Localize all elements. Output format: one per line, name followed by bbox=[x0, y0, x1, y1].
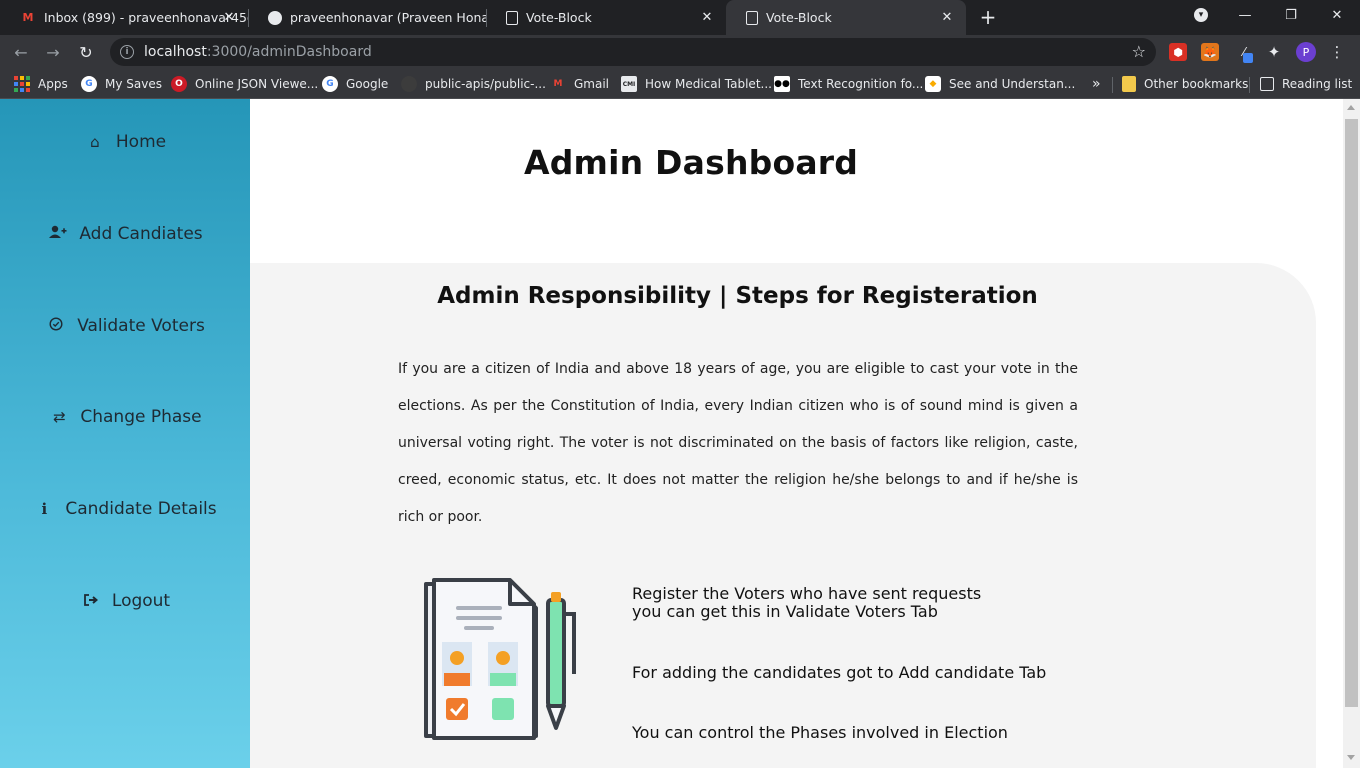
eligibility-paragraph: If you are a citizen of India and above … bbox=[398, 361, 1078, 525]
info-icon: i bbox=[41, 500, 48, 518]
bookmarks-overflow-icon[interactable]: » bbox=[1092, 75, 1101, 93]
back-icon[interactable]: ← bbox=[8, 39, 34, 65]
sidebar-item-label: Logout bbox=[111, 591, 171, 611]
tab-title: praveenhonavar (Praveen Honavar) bbox=[290, 10, 486, 25]
page-viewport: ⌂ Home Add Candiates Validate Voters ⇄ C… bbox=[0, 99, 1360, 768]
responsibility-panel: Admin Responsibility | Steps for Registe… bbox=[250, 263, 1316, 768]
sidebar-item-label: Candidate Details bbox=[65, 499, 217, 519]
reload-icon[interactable]: ↻ bbox=[73, 39, 99, 65]
home-icon: ⌂ bbox=[90, 133, 100, 151]
gmail-icon: M bbox=[553, 79, 563, 89]
close-icon[interactable]: ✕ bbox=[220, 8, 238, 26]
extension-icon[interactable]: ⁄ bbox=[1235, 43, 1253, 63]
scroll-down-arrow-icon[interactable] bbox=[1347, 755, 1355, 760]
sidebar-item-validate-voters[interactable]: Validate Voters bbox=[0, 311, 250, 341]
restore-icon[interactable]: ❐ bbox=[1268, 0, 1314, 30]
sidebar-item-change-phase[interactable]: ⇄ Change Phase bbox=[0, 402, 250, 432]
new-tab-icon[interactable]: + bbox=[977, 5, 999, 29]
step-control-phases: You can control the Phases involved in E… bbox=[632, 723, 1008, 742]
page-title: Admin Dashboard bbox=[524, 143, 859, 182]
menu-icon[interactable]: ⋮ bbox=[1328, 43, 1346, 61]
google-icon: G bbox=[81, 76, 97, 92]
sidebar: ⌂ Home Add Candiates Validate Voters ⇄ C… bbox=[0, 99, 250, 768]
site-info-icon[interactable]: i bbox=[120, 45, 134, 59]
bookmark-star-icon[interactable]: ☆ bbox=[1132, 42, 1146, 61]
tab-search-icon[interactable]: ▾ bbox=[1178, 0, 1224, 30]
vertical-scrollbar[interactable] bbox=[1343, 99, 1360, 768]
opera-icon: O bbox=[171, 76, 187, 92]
bookmark-json-viewer[interactable]: O Online JSON Viewe... bbox=[171, 75, 318, 93]
bookmark-apps[interactable]: Apps bbox=[14, 75, 68, 93]
bookmark-gmail[interactable]: M Gmail bbox=[550, 75, 610, 93]
check-circle-icon bbox=[45, 317, 67, 335]
address-bar[interactable]: i localhost:3000/adminDashboard ☆ bbox=[110, 38, 1156, 66]
sidebar-item-label: Change Phase bbox=[80, 407, 202, 427]
gmail-icon: M bbox=[22, 11, 34, 24]
tab-title: Vote-Block bbox=[526, 10, 592, 25]
url-text: localhost:3000/adminDashboard bbox=[144, 44, 372, 60]
tab-github[interactable]: praveenhonavar (Praveen Honavar) bbox=[248, 0, 486, 35]
bookmark-google[interactable]: G Google bbox=[322, 75, 388, 93]
add-user-icon bbox=[47, 225, 69, 243]
sidebar-item-logout[interactable]: Logout bbox=[0, 586, 250, 616]
main-content: Admin Dashboard Admin Responsibility | S… bbox=[250, 99, 1343, 768]
sidebar-item-home[interactable]: ⌂ Home bbox=[0, 127, 250, 157]
forward-icon[interactable]: → bbox=[40, 39, 66, 65]
github-icon bbox=[268, 10, 282, 25]
tab-vote-block-active[interactable]: Vote-Block ✕ bbox=[726, 0, 966, 35]
exchange-icon: ⇄ bbox=[53, 408, 66, 426]
bookmark-other[interactable]: Other bookmarks bbox=[1122, 75, 1248, 93]
medium-icon: ●● bbox=[774, 76, 790, 92]
apps-grid-icon bbox=[14, 76, 30, 92]
step-register-voters: Register the Voters who have sent reques… bbox=[632, 584, 982, 621]
metamask-icon[interactable]: 🦊 bbox=[1201, 43, 1219, 61]
page-icon bbox=[506, 10, 518, 25]
reading-list-icon bbox=[1260, 77, 1274, 91]
scroll-up-arrow-icon[interactable] bbox=[1347, 105, 1355, 110]
browser-toolbar: ← → ↻ i localhost:3000/adminDashboard ☆ … bbox=[0, 35, 1360, 69]
sidebar-item-label: Add Candiates bbox=[79, 224, 203, 244]
section-heading: Admin Responsibility | Steps for Registe… bbox=[437, 283, 1038, 309]
colab-icon: ◆ bbox=[925, 76, 941, 92]
tab-vote-block[interactable]: Vote-Block ✕ bbox=[486, 0, 726, 35]
scrollbar-thumb[interactable] bbox=[1345, 119, 1358, 707]
close-icon[interactable]: ✕ bbox=[938, 8, 956, 26]
github-icon bbox=[401, 76, 417, 92]
sidebar-item-label: Validate Voters bbox=[77, 316, 205, 336]
browser-tab-strip: M Inbox (899) - praveenhonavar45@gmail.c… bbox=[0, 0, 1360, 35]
google-icon: G bbox=[322, 76, 338, 92]
bookmarks-bar: Apps G My Saves O Online JSON Viewe... G… bbox=[0, 69, 1360, 99]
bookmark-public-apis[interactable]: public-apis/public-... bbox=[401, 75, 546, 93]
bookmark-text-recognition[interactable]: ●● Text Recognition fo... bbox=[774, 75, 923, 93]
voting-ballot-illustration bbox=[420, 578, 588, 743]
profile-avatar[interactable]: P bbox=[1296, 42, 1316, 62]
close-icon[interactable]: ✕ bbox=[698, 8, 716, 26]
bookmark-medical-tablet[interactable]: CMI How Medical Tablet... bbox=[621, 75, 772, 93]
tab-title: Inbox (899) - praveenhonavar45@gmail.com bbox=[44, 10, 248, 25]
tab-gmail[interactable]: M Inbox (899) - praveenhonavar45@gmail.c… bbox=[0, 0, 248, 35]
sign-out-icon bbox=[80, 592, 102, 610]
tab-title: Vote-Block bbox=[766, 10, 832, 25]
sidebar-item-candidate-details[interactable]: i Candidate Details bbox=[0, 494, 250, 524]
page-icon bbox=[746, 10, 758, 25]
puzzle-icon[interactable]: ✦ bbox=[1265, 43, 1283, 61]
extension-icon[interactable]: ⬢ bbox=[1169, 43, 1187, 61]
window-close-icon[interactable]: ✕ bbox=[1314, 0, 1360, 30]
sidebar-item-add-candidates[interactable]: Add Candiates bbox=[0, 219, 250, 249]
bookmark-see-understand[interactable]: ◆ See and Understan... bbox=[925, 75, 1075, 93]
step-add-candidates: For adding the candidates got to Add can… bbox=[632, 663, 1047, 682]
folder-icon bbox=[1122, 76, 1136, 92]
sidebar-item-label: Home bbox=[115, 132, 167, 152]
bookmark-my-saves[interactable]: G My Saves bbox=[81, 75, 162, 93]
reading-list[interactable]: Reading list bbox=[1260, 75, 1352, 93]
cmi-icon: CMI bbox=[621, 76, 637, 92]
minimize-icon[interactable]: — bbox=[1222, 0, 1268, 30]
